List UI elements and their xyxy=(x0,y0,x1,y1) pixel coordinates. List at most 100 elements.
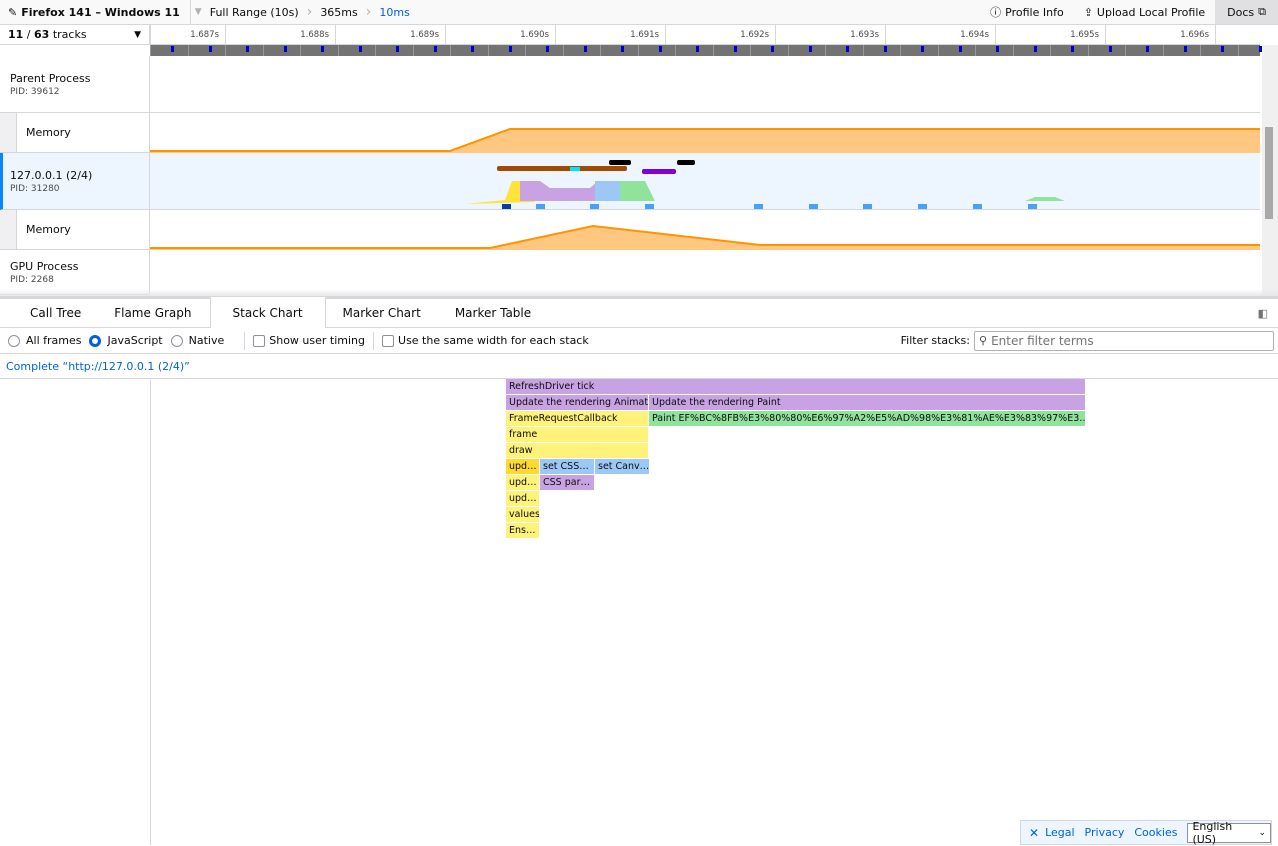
profile-name: Firefox 141 – Windows 11 xyxy=(21,5,180,19)
sample-mark xyxy=(1033,46,1037,52)
track-count-button[interactable]: 11 / 63 tracks ▼ xyxy=(0,25,150,45)
sample-cell xyxy=(1012,45,1051,56)
sample-cell xyxy=(562,45,601,56)
sample-cell xyxy=(675,45,713,56)
upload-label: Upload Local Profile xyxy=(1096,5,1206,19)
stack-frame[interactable]: set CSS… xyxy=(540,459,595,474)
filter-stacks: Filter stacks: ⚲ Enter filter terms xyxy=(901,330,1274,351)
checkbox[interactable] xyxy=(253,334,266,347)
sample-marker xyxy=(973,204,982,209)
profile-info-button[interactable]: ⓘ Profile Info xyxy=(980,0,1074,24)
filter-input[interactable]: ⚲ Enter filter terms xyxy=(974,330,1274,351)
stack-frame[interactable]: upd… xyxy=(506,491,540,506)
stack-frame[interactable]: Ens… xyxy=(506,523,540,538)
language-select[interactable]: English (US) ⌄ xyxy=(1187,820,1271,846)
profile-name-button[interactable]: ✎ Firefox 141 – Windows 11 xyxy=(0,0,191,24)
time-ruler: 1.687s 1.688s 1.689s 1.690s 1.691s 1.692… xyxy=(150,25,1260,45)
thread-breadcrumb[interactable]: Complete “http://127.0.0.1 (2/4)” xyxy=(0,355,1278,379)
privacy-link[interactable]: Privacy xyxy=(1085,826,1125,839)
track-count-suffix: tracks xyxy=(49,28,87,41)
track-name: Memory xyxy=(26,223,71,236)
marker-bar xyxy=(677,160,695,165)
sample-strip[interactable] xyxy=(150,45,1262,56)
docs-button[interactable]: Docs ⧉ xyxy=(1215,0,1278,24)
marker-bar xyxy=(497,166,627,171)
sample-marker xyxy=(590,204,599,209)
sample-mark xyxy=(621,46,624,52)
upload-button[interactable]: ⇪ Upload Local Profile xyxy=(1074,0,1215,24)
sample-cell xyxy=(825,45,863,56)
tab-call-tree[interactable]: Call Tree xyxy=(0,299,108,327)
filter-placeholder: Enter filter terms xyxy=(991,333,1094,348)
sample-mark xyxy=(396,46,399,52)
track-localhost[interactable]: 127.0.0.1 (2/4) PID: 31280 xyxy=(0,153,150,210)
docs-label: Docs xyxy=(1227,5,1255,19)
timeline-scrollbar[interactable] xyxy=(1262,45,1278,295)
radio-javascript[interactable]: JavaScript xyxy=(89,334,163,347)
sample-cell xyxy=(750,45,788,56)
stack-frame[interactable]: CSS par… xyxy=(540,475,595,490)
track-graph-localhost[interactable] xyxy=(150,153,1260,210)
stack-frame[interactable]: RefreshDriver tick xyxy=(506,379,1086,394)
tab-flame-graph[interactable]: Flame Graph xyxy=(108,299,209,327)
sample-mark xyxy=(1108,46,1112,52)
radio-button[interactable] xyxy=(170,334,183,347)
sample-mark xyxy=(1071,46,1074,52)
radio-button[interactable] xyxy=(8,334,20,347)
stack-frame[interactable]: upd… xyxy=(506,459,540,474)
radio-native[interactable]: Native xyxy=(170,334,224,347)
stack-frame[interactable]: draw xyxy=(506,443,649,458)
sidebar-toggle-icon[interactable]: ◧ xyxy=(1258,299,1268,327)
tab-marker-chart[interactable]: Marker Chart xyxy=(326,299,438,327)
stack-frame[interactable]: set Canv… xyxy=(595,459,650,474)
close-icon[interactable]: ✕ xyxy=(1029,826,1039,840)
stack-frame[interactable]: values xyxy=(506,507,540,522)
tab-stack-chart[interactable]: Stack Chart xyxy=(209,296,326,328)
sample-marker xyxy=(536,204,545,209)
track-name: Parent Process xyxy=(10,71,91,85)
total-track-count: 63 xyxy=(34,28,50,41)
sample-cell xyxy=(450,45,488,56)
track-pid: PID: 31280 xyxy=(10,183,60,194)
checkbox-user-timing[interactable]: Show user timing xyxy=(253,334,365,347)
marker-bar xyxy=(609,160,631,165)
sample-mark xyxy=(508,46,512,52)
checkbox-same-width[interactable]: Use the same width for each stack xyxy=(382,334,589,347)
stack-settings: All frames JavaScript Native Show user t… xyxy=(0,328,1278,354)
breadcrumb: ▼ Full Range (10s) › 365ms › 10ms xyxy=(191,0,418,24)
breadcrumb-365ms[interactable]: 365ms xyxy=(312,0,365,24)
stack-frame[interactable]: FrameRequestCallback xyxy=(506,411,649,426)
memory-graph-parent[interactable] xyxy=(150,113,1260,153)
radio-label: All frames xyxy=(26,334,82,347)
scrollbar-thumb[interactable] xyxy=(1265,127,1273,219)
info-icon: ⓘ xyxy=(990,6,1002,19)
track-parent-process[interactable]: Parent Process PID: 39612 xyxy=(0,56,150,113)
breadcrumb-10ms[interactable]: 10ms xyxy=(371,0,417,24)
stack-frame[interactable]: Update the rendering Paint xyxy=(649,395,1086,410)
ruler-tick: 1.694s xyxy=(885,25,995,45)
radio-button[interactable] xyxy=(89,334,102,347)
sample-mark xyxy=(433,46,437,52)
memory-graph-content[interactable] xyxy=(150,210,1260,250)
stack-frame[interactable]: upd… xyxy=(506,475,540,490)
cookies-link[interactable]: Cookies xyxy=(1134,826,1177,839)
track-memory-content[interactable]: Memory xyxy=(0,210,150,250)
breadcrumb-dropdown-icon[interactable]: ▼ xyxy=(195,7,202,17)
track-graph-parent[interactable] xyxy=(150,56,1260,113)
radio-all-frames[interactable]: All frames xyxy=(8,334,81,347)
sample-mark xyxy=(658,46,662,52)
sample-mark xyxy=(696,46,699,52)
track-memory-parent[interactable]: Memory xyxy=(0,113,150,153)
sample-cell xyxy=(637,45,676,56)
pencil-icon: ✎ xyxy=(8,5,18,19)
breadcrumb-full-range[interactable]: Full Range (10s) xyxy=(210,0,307,24)
legal-link[interactable]: Legal xyxy=(1045,826,1074,839)
stack-frame[interactable]: Update the rendering Animat… xyxy=(506,395,649,410)
tab-marker-table[interactable]: Marker Table xyxy=(438,299,548,327)
sample-mark xyxy=(546,46,549,52)
checkbox[interactable] xyxy=(382,334,395,347)
stack-chart[interactable]: RefreshDriver tick Update the rendering … xyxy=(151,379,1278,845)
stack-frame[interactable]: frame xyxy=(506,427,649,442)
stack-frame[interactable]: Paint EF%BC%8FB%E3%80%80%E6%97%A2%E5%AD%… xyxy=(649,411,1086,426)
ruler-tick: 1.687s xyxy=(150,25,225,45)
